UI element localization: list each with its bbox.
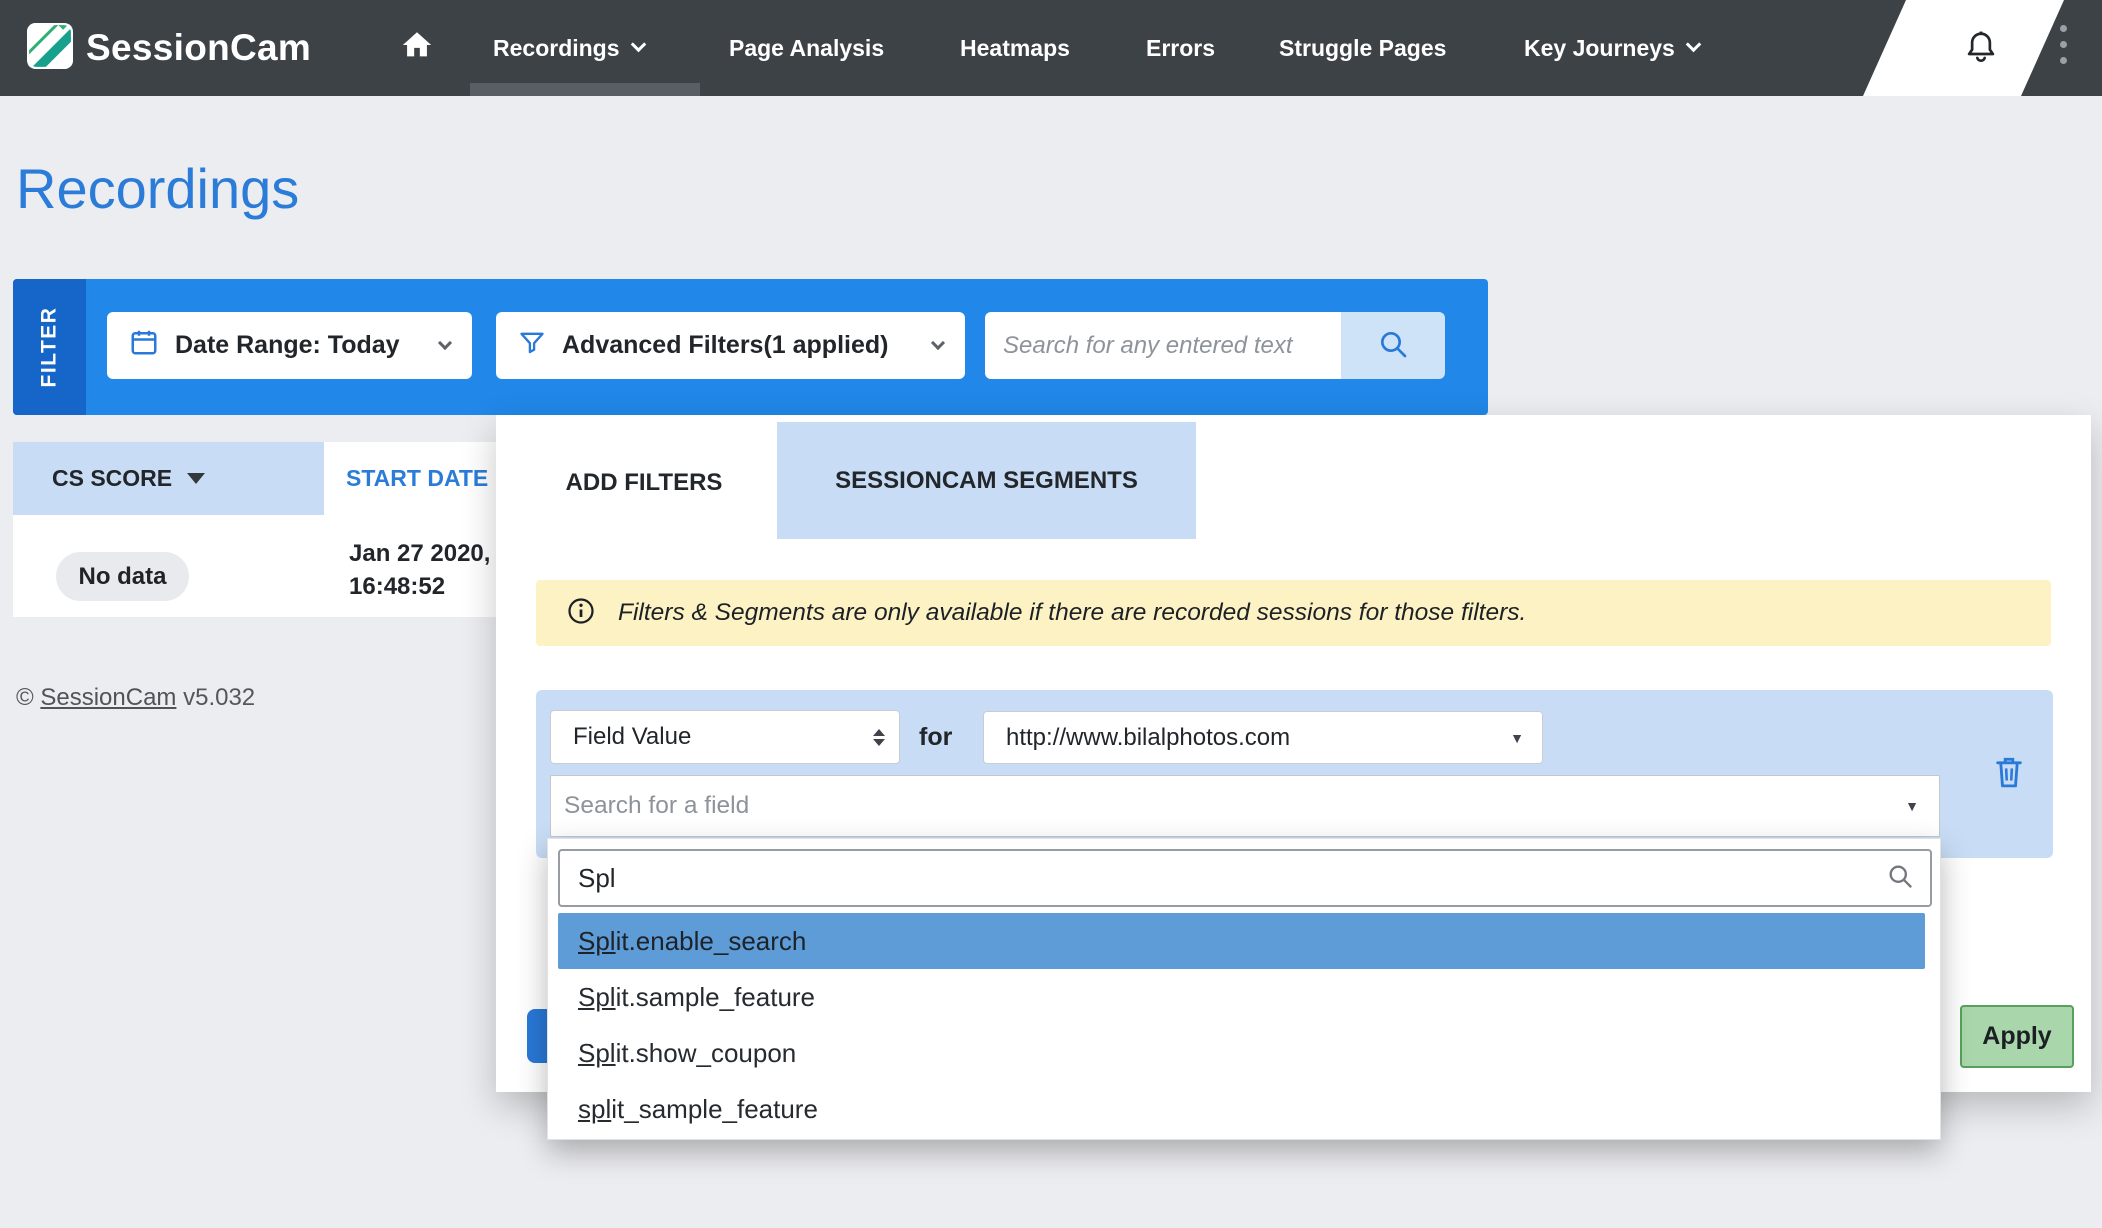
site-value: http://www.bilalphotos.com xyxy=(1006,724,1290,752)
brand-home-link[interactable]: SessionCam xyxy=(27,0,311,96)
field-search-display[interactable] xyxy=(551,792,1905,820)
filter-bar: FILTER Date Range: Today Advanced Filter… xyxy=(13,279,1488,415)
sessioncam-app: SessionCam Recordings Page Analysis Heat… xyxy=(0,0,2102,1228)
column-header-start-date[interactable]: START DATE xyxy=(324,442,497,515)
option-rest-text: it.enable_search xyxy=(616,926,807,957)
nav-item-recordings[interactable]: Recordings xyxy=(493,0,644,96)
nav-item-label: Heatmaps xyxy=(960,35,1070,62)
notifications-button[interactable] xyxy=(1962,28,2000,73)
nav-item-home[interactable] xyxy=(400,0,434,96)
advanced-filters-label: Advanced Filters(1 applied) xyxy=(562,331,888,360)
field-option-split-sample-feature[interactable]: Split.sample_feature xyxy=(558,969,1925,1025)
brand-name: SessionCam xyxy=(86,27,311,69)
chevron-down-icon xyxy=(1686,36,1702,52)
chevron-down-icon xyxy=(630,36,646,52)
column-header-cs-score[interactable]: CS SCORE xyxy=(13,442,324,515)
nav-item-page-analysis[interactable]: Page Analysis xyxy=(729,0,884,96)
filter-funnel-icon xyxy=(518,328,546,363)
field-option-split-enable-search[interactable]: Split.enable_search xyxy=(558,913,1925,969)
nav-item-errors[interactable]: Errors xyxy=(1146,0,1215,96)
kebab-icon xyxy=(2060,41,2067,48)
tab-add-filters[interactable]: ADD FILTERS xyxy=(549,449,739,516)
apply-button[interactable]: Apply xyxy=(1960,1005,2074,1068)
option-rest-text: it.show_coupon xyxy=(616,1038,797,1069)
nav-item-key-journeys[interactable]: Key Journeys xyxy=(1524,0,1699,96)
option-match-text: Spl xyxy=(578,982,616,1013)
overflow-menu-button[interactable] xyxy=(2060,25,2067,64)
sessioncam-logo-icon xyxy=(27,23,73,74)
caret-down-icon: ▼ xyxy=(1510,730,1524,746)
option-rest-text: it_sample_feature xyxy=(611,1094,818,1125)
option-match-text: spl xyxy=(578,1094,611,1125)
kebab-icon xyxy=(2060,57,2067,64)
start-date-line2: 16:48:52 xyxy=(349,570,490,603)
nav-item-heatmaps[interactable]: Heatmaps xyxy=(960,0,1070,96)
recording-row[interactable]: No data Jan 27 2020, 16:48:52 xyxy=(13,515,497,617)
info-icon xyxy=(566,596,596,631)
sort-desc-icon xyxy=(187,473,205,484)
column-header-label: START DATE xyxy=(346,465,488,492)
text-search-control xyxy=(985,312,1445,379)
search-button[interactable] xyxy=(1341,312,1445,379)
nav-item-label: Recordings xyxy=(493,35,620,62)
tab-sessioncam-segments[interactable]: SESSIONCAM SEGMENTS xyxy=(777,422,1196,539)
option-match-text: Spl xyxy=(578,926,616,957)
date-range-label: Date Range: Today xyxy=(175,331,400,360)
field-search-box xyxy=(558,849,1932,907)
nav-item-label: Page Analysis xyxy=(729,35,884,62)
top-navbar: SessionCam Recordings Page Analysis Heat… xyxy=(0,0,2102,96)
nav-item-label: Key Journeys xyxy=(1524,35,1675,62)
search-icon xyxy=(1377,328,1409,363)
copyright-symbol: © xyxy=(16,684,34,711)
nav-item-label: Errors xyxy=(1146,35,1215,62)
cs-score-badge: No data xyxy=(56,552,189,601)
advanced-filters-button[interactable]: Advanced Filters(1 applied) xyxy=(496,312,965,379)
chevron-down-icon xyxy=(931,335,945,349)
version-text: v5.032 xyxy=(183,684,255,711)
start-date-line1: Jan 27 2020, xyxy=(349,537,490,570)
for-label: for xyxy=(919,710,952,764)
chevron-down-icon xyxy=(438,335,452,349)
up-down-arrows-icon xyxy=(873,729,885,746)
search-icon xyxy=(1886,862,1914,895)
notice-text: Filters & Segments are only available if… xyxy=(618,599,1526,627)
home-icon xyxy=(400,28,434,68)
calendar-icon xyxy=(129,327,159,364)
filter-tab[interactable]: FILTER xyxy=(13,279,86,415)
field-select[interactable]: ▼ xyxy=(550,775,1940,837)
date-range-button[interactable]: Date Range: Today xyxy=(107,312,472,379)
caret-down-icon: ▼ xyxy=(1905,798,1919,814)
filter-tab-label: FILTER xyxy=(38,307,62,388)
delete-filter-button[interactable] xyxy=(1986,748,2032,798)
page-title: Recordings xyxy=(16,156,299,221)
option-match-text: Spl xyxy=(578,1038,616,1069)
field-option-split-sample-feature-lower[interactable]: split_sample_feature xyxy=(558,1081,1925,1137)
kebab-icon xyxy=(2060,25,2067,32)
nav-item-label: Struggle Pages xyxy=(1279,35,1446,62)
site-select[interactable]: http://www.bilalphotos.com ▼ xyxy=(983,711,1543,764)
option-rest-text: it.sample_feature xyxy=(616,982,815,1013)
field-search-input[interactable] xyxy=(560,863,1886,894)
trash-icon xyxy=(1992,753,2026,794)
segments-notice-banner: Filters & Segments are only available if… xyxy=(536,580,2051,646)
sessioncam-footer-link[interactable]: SessionCam xyxy=(40,684,176,711)
field-type-select[interactable]: Field Value xyxy=(550,710,900,764)
search-input[interactable] xyxy=(985,312,1341,379)
column-header-label: CS SCORE xyxy=(52,465,172,492)
nav-item-struggle-pages[interactable]: Struggle Pages xyxy=(1279,0,1446,96)
bell-icon xyxy=(1962,55,2000,72)
start-date-value: Jan 27 2020, 16:48:52 xyxy=(349,537,490,603)
field-dropdown: Split.enable_search Split.sample_feature… xyxy=(547,838,1941,1140)
footer: © SessionCam v5.032 xyxy=(16,684,255,712)
field-option-split-show-coupon[interactable]: Split.show_coupon xyxy=(558,1025,1925,1081)
filter-condition-row: Field Value for http://www.bilalphotos.c… xyxy=(536,690,2053,858)
field-type-value: Field Value xyxy=(573,723,691,751)
